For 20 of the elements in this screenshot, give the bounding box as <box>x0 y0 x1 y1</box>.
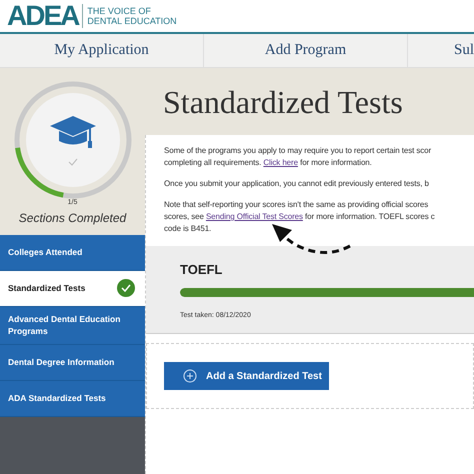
sidebar-item[interactable]: Dental Degree Information <box>0 345 145 381</box>
page-title: Standardized Tests <box>163 82 403 122</box>
progress-label: Sections Completed <box>18 210 126 226</box>
info-paragraph: Note that self-reporting your scores isn't the same as providing official scores scores, see Sending Official Test Scores for more information. TOEFL scores c code is B451. <box>164 199 436 235</box>
logo-mark: ADEA <box>7 2 78 30</box>
info-paragraph: Some of the programs you apply to may require you to report certain test scor completing all requirements. Click here for more information. <box>164 145 432 169</box>
test-name: TOEFL <box>180 261 224 279</box>
info-link[interactable]: Sending Official Test Scores <box>206 212 303 221</box>
info-link[interactable]: Click here <box>263 158 298 167</box>
sidebar-item[interactable]: ADA Standardized Tests <box>0 381 145 417</box>
logo-tagline: THE VOICE OF DENTAL EDUCATION <box>87 6 177 26</box>
add-test-button[interactable]: Add a Standardized Test <box>164 362 329 390</box>
info-paragraph: Once you submit your application, you cannot edit previously entered tests, b <box>164 178 430 190</box>
sidebar-item[interactable]: Standardized Tests <box>0 270 145 306</box>
plus-circle-icon <box>183 369 197 383</box>
sidebar-item[interactable]: Advanced Dental Education Programs <box>0 306 145 345</box>
check-icon <box>68 158 78 166</box>
graduation-cap-icon <box>48 114 98 150</box>
check-circle-icon <box>117 279 135 297</box>
sidebar-item[interactable]: Colleges Attended <box>0 234 145 270</box>
